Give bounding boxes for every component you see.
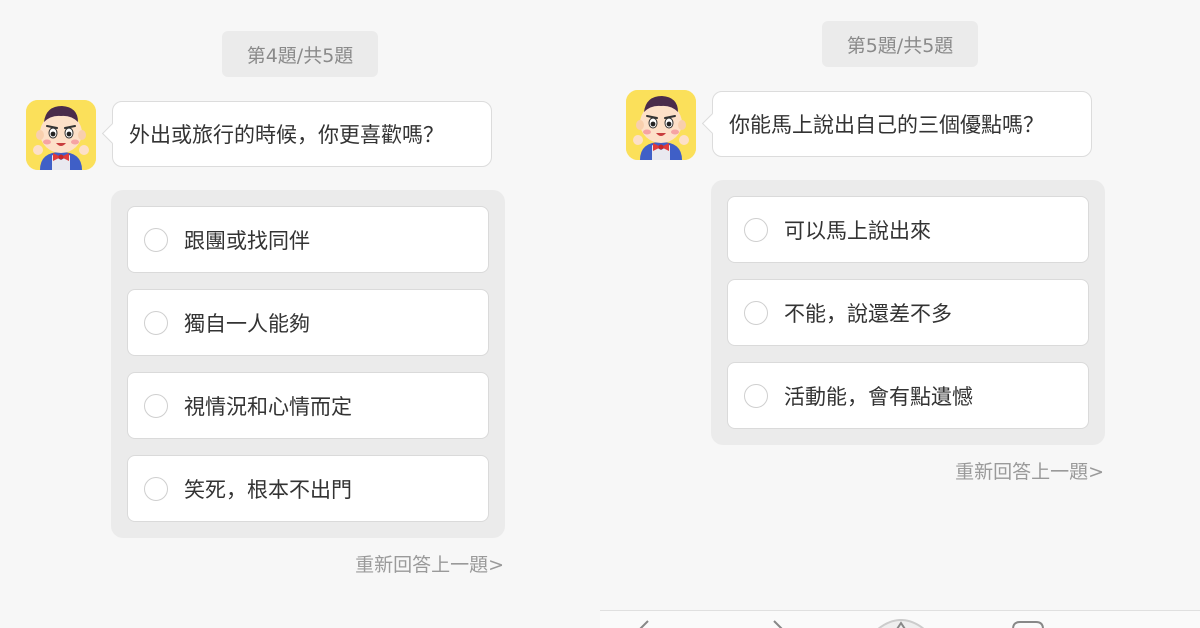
answer-option-3[interactable]: 活動能，會有點遺憾 [727, 362, 1089, 429]
quiz-panel-left: 第4題/共5題 外出或旅行的時候，你更喜歡嗎？ 跟團或找同伴 獨自一人能夠 視情… [0, 0, 600, 628]
nav-tabs-icon[interactable] [1010, 619, 1046, 628]
answer-options: 可以馬上說出來 不能，說還差不多 活動能，會有點遺憾 [711, 180, 1105, 445]
radio-icon[interactable] [144, 393, 168, 418]
answer-option-1[interactable]: 可以馬上說出來 [727, 196, 1089, 263]
question-bubble: 你能馬上說出自己的三個優點嗎？ [712, 91, 1092, 157]
avatar-icon [26, 100, 96, 170]
screenshot-stage: 第4題/共5題 外出或旅行的時候，你更喜歡嗎？ 跟團或找同伴 獨自一人能夠 視情… [0, 0, 1200, 628]
answer-option-4[interactable]: 笑死，根本不出門 [127, 455, 489, 522]
question-text: 外出或旅行的時候，你更喜歡嗎？ [129, 123, 444, 147]
question-counter: 第4題/共5題 [222, 31, 378, 77]
radio-icon[interactable] [144, 476, 168, 501]
answer-option-3[interactable]: 視情況和心情而定 [127, 372, 489, 439]
redo-previous-link[interactable]: 重新回答上一題> [900, 457, 1104, 484]
answer-option-2[interactable]: 不能，說還差不多 [727, 279, 1089, 346]
answer-option-label: 跟團或找同伴 [184, 228, 310, 253]
quiz-panel-right: 第5題/共5題 你能馬上說出自己的三個優點嗎？ 可以馬上說出來 不能，說還差不多… [600, 0, 1200, 628]
radio-icon[interactable] [744, 383, 768, 408]
answer-option-label: 不能，說還差不多 [784, 301, 952, 326]
radio-icon[interactable] [144, 310, 168, 335]
question-counter: 第5題/共5題 [822, 21, 978, 67]
avatar-icon [626, 90, 696, 160]
answer-option-1[interactable]: 跟團或找同伴 [127, 206, 489, 273]
redo-previous-link[interactable]: 重新回答上一題> [300, 550, 504, 577]
nav-back-icon[interactable] [636, 619, 656, 628]
answer-option-2[interactable]: 獨自一人能夠 [127, 289, 489, 356]
question-text: 你能馬上說出自己的三個優點嗎？ [729, 113, 1044, 137]
bottom-nav-bar [600, 610, 1200, 628]
nav-forward-icon[interactable] [766, 619, 786, 628]
answer-option-label: 獨自一人能夠 [184, 311, 310, 336]
answer-option-label: 活動能，會有點遺憾 [784, 384, 973, 409]
nav-home-icon[interactable] [876, 619, 926, 628]
radio-icon[interactable] [744, 217, 768, 242]
answer-option-label: 可以馬上說出來 [784, 218, 931, 243]
question-bubble: 外出或旅行的時候，你更喜歡嗎？ [112, 101, 492, 167]
answer-option-label: 視情況和心情而定 [184, 394, 352, 419]
radio-icon[interactable] [144, 227, 168, 252]
radio-icon[interactable] [744, 300, 768, 325]
answer-options: 跟團或找同伴 獨自一人能夠 視情況和心情而定 笑死，根本不出門 [111, 190, 505, 538]
answer-option-label: 笑死，根本不出門 [184, 477, 352, 502]
